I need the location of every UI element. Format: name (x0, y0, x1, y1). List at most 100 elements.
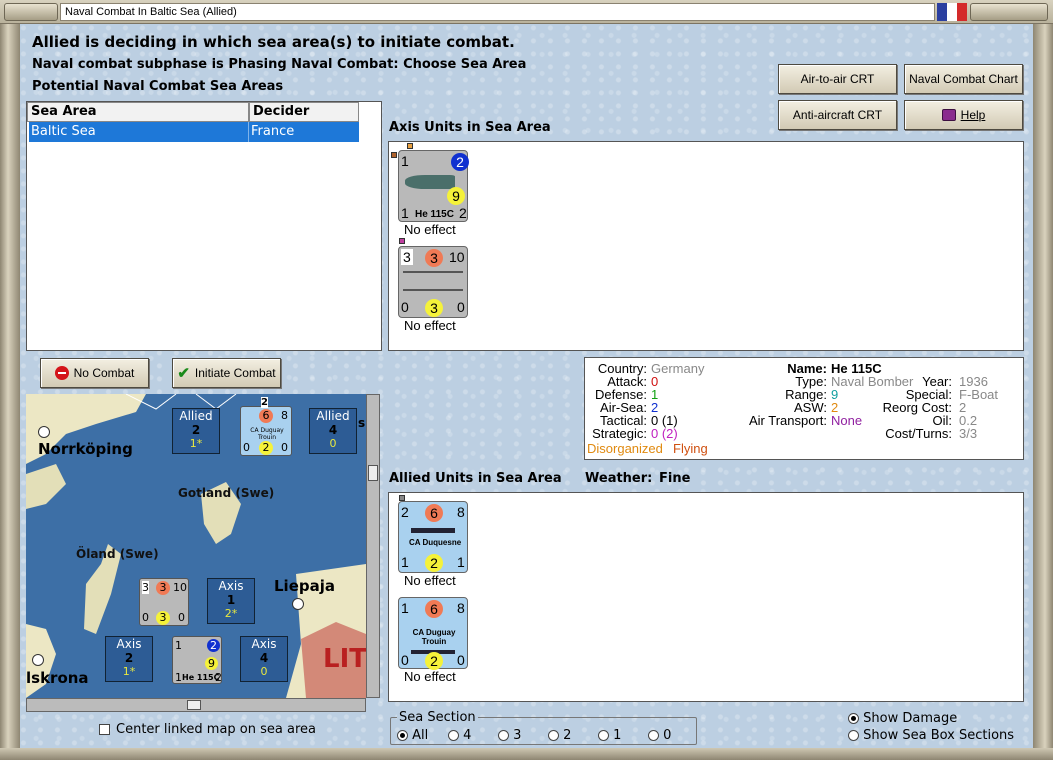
radio-icon[interactable] (448, 730, 459, 741)
info-label: Strategic: (592, 426, 647, 441)
counter-name: He 115C (415, 209, 454, 220)
counter-value: 8 (457, 600, 465, 616)
unit-counter-ship-group[interactable]: 3 3 10 0 3 0 (398, 246, 468, 318)
sea-map[interactable]: Norrköping Gotland (Swe) Öland (Swe) Lie… (26, 394, 366, 698)
sea-section-option-4[interactable]: 4 (448, 728, 471, 743)
title-bar: Naval Combat In Baltic Sea (Allied) (0, 0, 1053, 24)
map-counter-axis-ships[interactable]: 3 3 10 0 3 0 (139, 578, 189, 626)
counter-value: 0 (457, 299, 465, 315)
no-combat-button[interactable]: No Combat (40, 358, 149, 388)
counter-value: 0 (281, 441, 288, 454)
frame-right (1033, 24, 1053, 748)
anti-aircraft-crt-button[interactable]: Anti-aircraft CRT (778, 100, 897, 130)
counter-value: 0 (401, 652, 409, 668)
column-header-sea-area[interactable]: Sea Area (27, 102, 249, 122)
map-horizontal-scrollbar[interactable] (26, 698, 366, 712)
option-label: 0 (663, 728, 672, 743)
counter-value: 3 (156, 611, 170, 625)
counter-name: He 115C (182, 673, 220, 682)
map-counter-allied-ship[interactable]: 2 6 8 CA Duguay Trouin 0 2 0 (240, 397, 292, 456)
box-sub: 1* (189, 437, 203, 450)
radio-icon[interactable] (498, 730, 509, 741)
counter-value: 3 (142, 581, 149, 594)
sea-box-axis-1[interactable]: Axis 1 2* (207, 578, 255, 624)
unit-info-panel: Country: Germany Attack: 0 Defense: 1 Ai… (584, 357, 1024, 460)
unit-effect-text: No effect (404, 318, 456, 333)
weather-value: Fine (659, 471, 691, 486)
counter-name: CA Duquesne (409, 538, 462, 547)
unit-effect-text: No effect (404, 222, 456, 237)
unit-counter-ca-duguay-trouin[interactable]: 1 6 8 CA Duguay Trouin 0 2 0 (398, 597, 468, 670)
counter-value: 2 (459, 205, 467, 221)
box-sub: 1* (122, 665, 136, 678)
counter-value: 8 (457, 504, 465, 520)
frame-bottom (0, 748, 1053, 760)
counter-value: 6 (259, 409, 273, 423)
city-icon (38, 426, 50, 438)
show-sea-box-sections-option[interactable]: Show Sea Box Sections (848, 728, 1014, 743)
box-sub: 0 (260, 665, 268, 678)
unit-counter-ca-duquesne[interactable]: 2 6 8 CA Duquesne 1 2 1 (398, 501, 468, 573)
show-damage-option[interactable]: Show Damage (848, 711, 957, 726)
counter-value: 1 (401, 600, 409, 616)
radio-icon[interactable] (598, 730, 609, 741)
radio-icon[interactable] (397, 730, 408, 741)
counter-value: 1 (175, 639, 182, 652)
scroll-thumb[interactable] (368, 465, 378, 481)
column-header-decider[interactable]: Decider (249, 102, 359, 122)
map-counter-he115c[interactable]: 1 2 9 1 He 115C 2 (172, 636, 222, 684)
counter-value: 0 (142, 611, 149, 624)
sea-box-allied-4[interactable]: Allied 4 0 (309, 408, 357, 454)
counter-value: 2 (451, 153, 469, 171)
counter-value: 1 (401, 554, 409, 570)
box-num: 4 (259, 651, 269, 665)
sea-box-allied-2[interactable]: Allied 2 1* (172, 408, 220, 454)
option-label: Show Damage (863, 711, 958, 726)
counter-value: 2 (425, 554, 443, 572)
sea-section-option-1[interactable]: 1 (598, 728, 621, 743)
radio-icon[interactable] (648, 730, 659, 741)
system-menu-icon[interactable] (4, 3, 58, 21)
option-label: 3 (513, 728, 522, 743)
map-vertical-scrollbar[interactable] (366, 394, 380, 698)
unit-counter-he115c[interactable]: 1 2 9 1 He 115C 2 (398, 150, 469, 222)
sea-area-table: Sea Area Decider Baltic Sea France (26, 101, 382, 351)
sea-section-option-0[interactable]: 0 (648, 728, 671, 743)
counter-value: 1 (175, 671, 182, 684)
checkbox-box[interactable] (99, 724, 110, 735)
sea-box-axis-4[interactable]: Axis 4 0 (240, 636, 288, 682)
map-label-lithuania: LIT (323, 644, 366, 674)
table-row[interactable]: Baltic Sea France (29, 122, 359, 142)
initiate-combat-button[interactable]: ✔ Initiate Combat (172, 358, 281, 388)
frame-left (0, 24, 20, 748)
radio-icon[interactable] (848, 713, 859, 724)
cell-decider: France (251, 124, 295, 139)
plane-icon (405, 175, 455, 189)
axis-units-label: Axis Units in Sea Area (389, 120, 551, 135)
counter-value: 10 (173, 581, 187, 594)
option-label: 1 (613, 728, 622, 743)
counter-value: 2 (261, 397, 268, 408)
button-label: No Combat (73, 366, 135, 380)
sea-section-option-3[interactable]: 3 (498, 728, 521, 743)
counter-value: 2 (207, 639, 220, 652)
air-to-air-crt-button[interactable]: Air-to-air CRT (778, 64, 897, 94)
status-disorganized: Disorganized (587, 441, 663, 456)
box-side: Allied (316, 409, 350, 423)
radio-icon[interactable] (848, 730, 859, 741)
sea-box-axis-2[interactable]: Axis 2 1* (105, 636, 153, 682)
sea-section-option-2[interactable]: 2 (548, 728, 571, 743)
cell-sea-area: Baltic Sea (29, 122, 249, 142)
counter-value: 3 (156, 581, 170, 595)
scroll-thumb[interactable] (187, 700, 201, 710)
help-button[interactable]: Help (904, 100, 1023, 130)
table-header: Sea Area Decider (27, 102, 381, 122)
counter-name: CA Duguay Trouin (250, 427, 284, 441)
naval-combat-chart-button[interactable]: Naval Combat Chart (904, 64, 1023, 94)
radio-icon[interactable] (548, 730, 559, 741)
sea-section-option-all[interactable]: All (397, 728, 428, 743)
window-controls[interactable] (970, 3, 1048, 21)
center-link-checkbox[interactable]: Center linked map on sea area (99, 722, 316, 737)
counter-value: 10 (449, 249, 465, 265)
option-label: 4 (463, 728, 472, 743)
